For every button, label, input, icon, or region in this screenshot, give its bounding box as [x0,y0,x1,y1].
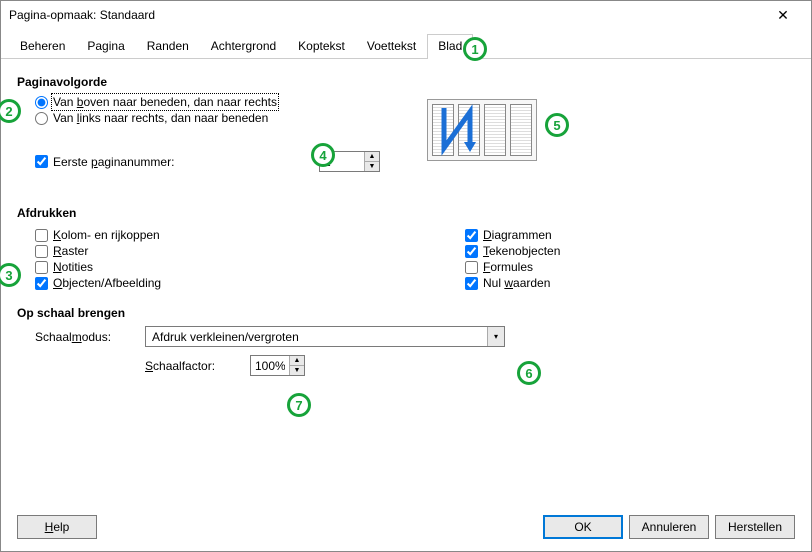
checkbox-formulas[interactable] [465,261,478,274]
scale-factor-label: Schaalfactor: [145,359,250,373]
checkbox-notes[interactable] [35,261,48,274]
callout-7: 7 [287,393,311,417]
preview-page-icon [432,104,454,156]
callout-2: 2 [0,99,21,123]
spin-down-icon[interactable]: ▼ [365,161,379,171]
spin-down-icon[interactable]: ▼ [290,365,304,375]
tab-voettekst[interactable]: Voettekst [356,34,427,59]
checkbox-zeros[interactable] [465,277,478,290]
checkbox-grid[interactable] [35,245,48,258]
ok-button[interactable]: OK [543,515,623,539]
preview-page-icon [458,104,480,156]
grid-label[interactable]: Raster [53,244,88,258]
window-title: Pagina-opmaak: Standaard [9,8,155,22]
spin-up-icon[interactable]: ▲ [365,152,379,161]
reset-button[interactable]: Herstellen [715,515,795,539]
close-button[interactable]: ✕ [763,1,803,29]
scale-mode-combo[interactable]: ▾ [145,326,505,347]
drawings-label[interactable]: Tekenobjecten [483,244,560,258]
tab-blad[interactable]: Blad [427,34,473,59]
preview-page-icon [484,104,506,156]
first-page-number-label[interactable]: Eerste paginanummer: [53,155,319,169]
notes-label[interactable]: Notities [53,260,93,274]
section-print-title: Afdrukken [17,206,795,220]
section-scale-title: Op schaal brengen [17,306,795,320]
section-page-order-title: Paginavolgorde [17,75,795,89]
scale-mode-label: Schaalmodus: [35,330,145,344]
objects-label[interactable]: Objecten/Afbeelding [53,276,161,290]
preview-page-icon [510,104,532,156]
page-order-preview [427,99,537,161]
spin-up-icon[interactable]: ▲ [290,356,304,365]
radio-left-to-right[interactable] [35,112,48,125]
tab-koptekst[interactable]: Koptekst [287,34,356,59]
tab-beheren[interactable]: Beheren [9,34,76,59]
chevron-down-icon[interactable]: ▾ [487,327,504,346]
col-row-headers-label[interactable]: Kolom- en rijkoppen [53,228,160,242]
checkbox-drawings[interactable] [465,245,478,258]
callout-3: 3 [0,263,21,287]
checkbox-charts[interactable] [465,229,478,242]
tab-pagina[interactable]: Pagina [76,34,135,59]
checkbox-objects[interactable] [35,277,48,290]
formulas-label[interactable]: Formules [483,260,533,274]
close-icon: ✕ [777,7,789,24]
titlebar: Pagina-opmaak: Standaard ✕ [1,1,811,29]
zeros-label[interactable]: Nul waarden [483,276,550,290]
first-page-number-spinner[interactable]: ▲ ▼ [319,151,380,172]
radio-top-to-bottom-label[interactable]: Van boven naar beneden, dan naar rechts [53,95,277,109]
cancel-button[interactable]: Annuleren [629,515,709,539]
scale-factor-spinner[interactable]: ▲ ▼ [250,355,305,376]
tab-bar: Beheren Pagina Randen Achtergrond Koptek… [1,29,811,59]
scale-mode-input[interactable] [146,327,487,346]
tab-randen[interactable]: Randen [136,34,200,59]
help-button[interactable]: Help [17,515,97,539]
scale-factor-input[interactable] [251,356,289,375]
content-area: Paginavolgorde Van boven naar beneden, d… [1,59,811,376]
radio-top-to-bottom[interactable] [35,96,48,109]
checkbox-first-page-number[interactable] [35,155,48,168]
charts-label[interactable]: Diagrammen [483,228,552,242]
footer: Help OK Annuleren Herstellen [1,503,811,551]
tab-achtergrond[interactable]: Achtergrond [200,34,287,59]
first-page-number-input[interactable] [320,152,364,171]
checkbox-col-row-headers[interactable] [35,229,48,242]
radio-left-to-right-label[interactable]: Van links naar rechts, dan naar beneden [53,111,268,125]
